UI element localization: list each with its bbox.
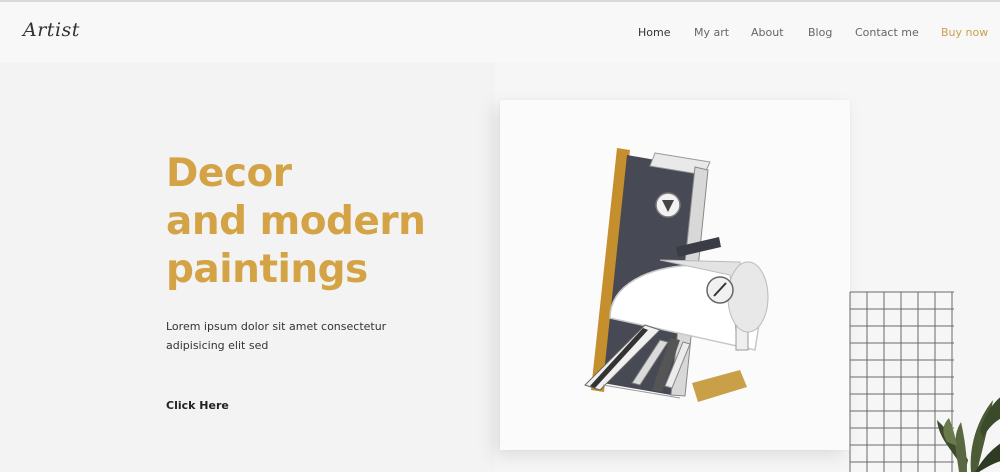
- artwork-frame: [500, 100, 850, 450]
- hero-subtitle: Lorem ipsum dolor sit amet consectetur a…: [166, 317, 406, 355]
- hero-title-line-2: and modern: [166, 199, 426, 244]
- site-header: Artist Home My art About Blog Contact me…: [0, 2, 1000, 62]
- potted-plant-decoration: [937, 397, 1000, 472]
- main-nav: Home My art About Blog Contact me Buy no…: [0, 26, 1000, 46]
- click-here-link[interactable]: Click Here: [166, 399, 229, 412]
- nav-contact-link[interactable]: Contact me: [855, 26, 919, 39]
- hero-title-line-1: Decor: [166, 151, 292, 196]
- nav-home-link[interactable]: Home: [638, 26, 670, 39]
- nav-my-art-link[interactable]: My art: [694, 26, 729, 39]
- hero-subtitle-line-1: Lorem ipsum dolor sit amet consectetur: [166, 320, 387, 333]
- nav-about-link[interactable]: About: [751, 26, 784, 39]
- nav-buy-now-link[interactable]: Buy now: [941, 26, 988, 39]
- hero-subtitle-line-2: adipisicing elit sed: [166, 339, 269, 352]
- abstract-painting-image: [584, 148, 769, 402]
- hero-title-line-3: paintings: [166, 247, 368, 292]
- hero-title: Decor and modern paintings: [166, 150, 486, 294]
- nav-blog-link[interactable]: Blog: [808, 26, 832, 39]
